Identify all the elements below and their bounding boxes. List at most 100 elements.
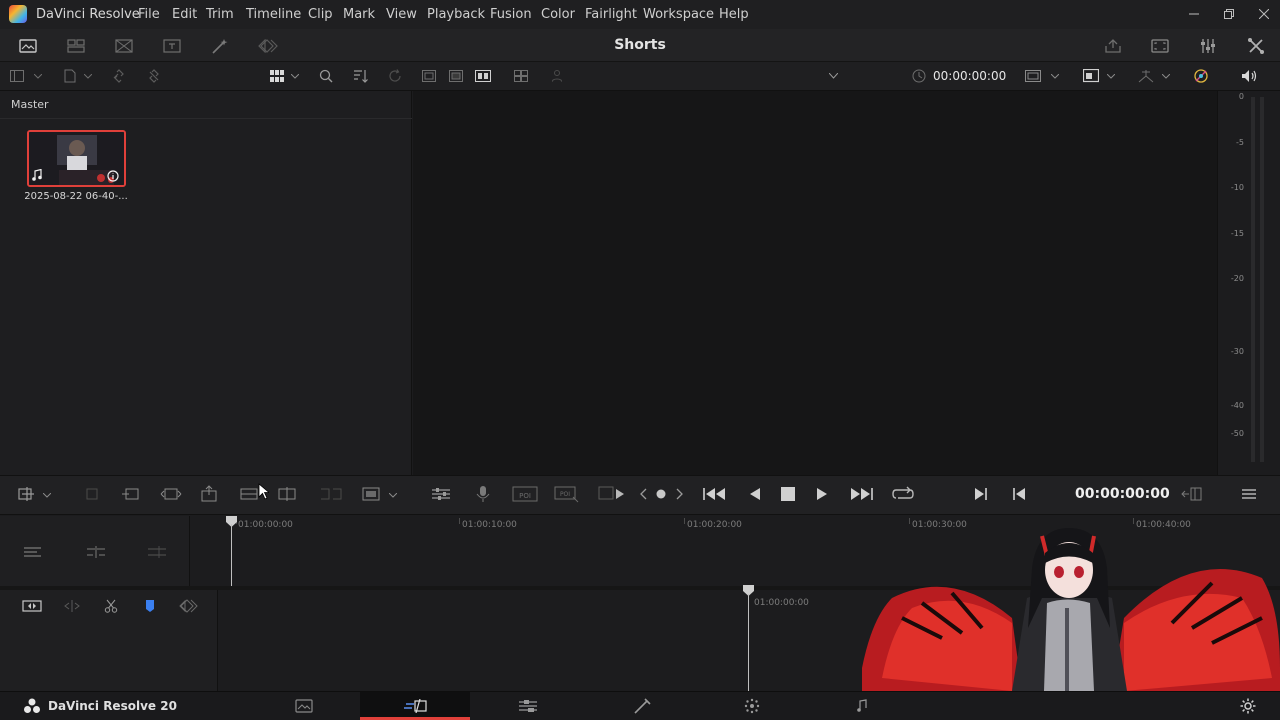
menu-edit[interactable]: Edit <box>172 7 197 22</box>
mark-out-icon[interactable] <box>1009 485 1029 503</box>
viewer-options-chevron-icon[interactable] <box>826 70 840 82</box>
audio-sync-icon[interactable] <box>1180 485 1204 503</box>
chevron-down-icon[interactable] <box>32 70 44 82</box>
close-up-icon[interactable] <box>160 485 182 503</box>
menu-workspace[interactable]: Workspace <box>643 7 714 22</box>
go-to-end-icon[interactable] <box>846 485 874 503</box>
import-media-icon[interactable] <box>61 68 79 84</box>
menu-fusion[interactable]: Fusion <box>490 7 532 22</box>
menu-trim[interactable]: Trim <box>206 7 234 22</box>
relink-icon[interactable] <box>110 68 128 84</box>
poi-search-icon[interactable]: POI <box>554 484 580 504</box>
menu-timeline[interactable]: Timeline <box>246 7 301 22</box>
chevron-down-icon[interactable] <box>82 70 94 82</box>
blade-mode-icon[interactable] <box>146 543 168 561</box>
grid-view-icon[interactable] <box>268 68 286 84</box>
menu-mark[interactable]: Mark <box>343 7 375 22</box>
smart-insert-icon[interactable] <box>16 485 38 503</box>
page-fairlight-icon[interactable] <box>852 697 872 715</box>
sort-icon[interactable] <box>352 68 370 84</box>
window-close-icon[interactable] <box>1256 6 1272 22</box>
safe-area-icon[interactable] <box>1024 68 1042 84</box>
dynamic-trim-icon[interactable] <box>62 597 82 615</box>
page-cut-icon[interactable] <box>402 697 428 715</box>
project-settings-gear-icon[interactable] <box>1238 697 1258 715</box>
mark-in-icon[interactable] <box>971 485 991 503</box>
smart-reframe-icon[interactable] <box>1192 67 1210 85</box>
menu-help[interactable]: Help <box>719 7 749 22</box>
effects-icon[interactable] <box>210 36 230 56</box>
zoom-icon[interactable] <box>178 597 204 615</box>
chevron-down-icon[interactable] <box>289 70 301 82</box>
page-edit-icon[interactable] <box>516 697 540 715</box>
chevron-down-icon[interactable] <box>387 489 399 501</box>
viewer[interactable] <box>413 91 1217 475</box>
page-color-icon[interactable] <box>740 697 764 715</box>
mixer-icon[interactable] <box>1198 36 1218 56</box>
music-note-icon <box>31 168 43 182</box>
titles-icon[interactable] <box>162 37 182 55</box>
stop-icon[interactable] <box>779 485 797 503</box>
page-fusion-icon[interactable] <box>630 697 654 715</box>
menu-clip[interactable]: Clip <box>308 7 333 22</box>
voiceover-mic-icon[interactable] <box>472 484 494 504</box>
play-icon[interactable] <box>813 485 831 503</box>
scissors-icon[interactable] <box>101 597 121 615</box>
go-to-start-icon[interactable] <box>702 485 730 503</box>
ripple-overwrite-icon[interactable] <box>120 485 142 503</box>
chevron-down-icon[interactable] <box>1160 70 1172 82</box>
window-minimize-icon[interactable] <box>1186 6 1202 22</box>
chevron-down-icon[interactable] <box>1105 70 1117 82</box>
media-pool-icon[interactable] <box>18 37 38 55</box>
viewer-timecode: 00:00:00:00 <box>933 69 1007 83</box>
previous-edit-icon[interactable] <box>636 486 650 502</box>
filmstrip-icon[interactable] <box>474 68 492 84</box>
fast-review-icon[interactable] <box>598 484 626 504</box>
timeline-view-icon[interactable] <box>447 68 465 84</box>
sync-bin-icon[interactable] <box>66 37 86 55</box>
marker-flag-icon[interactable] <box>142 597 158 615</box>
menu-color[interactable]: Color <box>541 7 575 22</box>
search-icon[interactable] <box>317 68 335 84</box>
person-icon[interactable] <box>548 68 566 84</box>
chevron-down-icon[interactable] <box>41 489 53 501</box>
append-icon[interactable] <box>82 485 102 503</box>
transitions-icon[interactable] <box>114 37 134 55</box>
trim-mode-icon[interactable] <box>85 543 107 561</box>
refresh-icon[interactable] <box>386 68 404 84</box>
timeline-settings-icon[interactable] <box>430 485 452 503</box>
volume-icon[interactable] <box>1240 68 1258 84</box>
page-media-icon[interactable] <box>292 697 316 715</box>
hamburger-menu-icon[interactable] <box>1240 486 1258 502</box>
viewer-mode-icon[interactable] <box>1082 68 1100 84</box>
fullscreen-viewer-icon[interactable] <box>1150 37 1170 55</box>
overwrite-mode-icon[interactable] <box>360 485 382 503</box>
menu-playback[interactable]: Playback <box>427 7 485 22</box>
place-on-top-icon[interactable] <box>198 484 220 504</box>
share-icon[interactable] <box>1103 37 1123 55</box>
transform-icon[interactable] <box>1137 68 1155 84</box>
track-select-icon[interactable] <box>22 543 44 561</box>
vtuber-avatar-overlay <box>862 528 1280 691</box>
split-clip-icon[interactable] <box>276 485 298 503</box>
poi-icon[interactable]: POI <box>512 484 538 504</box>
play-reverse-icon[interactable] <box>746 485 764 503</box>
menu-file[interactable]: File <box>138 7 160 22</box>
unlink-icon[interactable] <box>145 68 163 84</box>
source-tape-icon[interactable] <box>420 68 438 84</box>
tools-icon[interactable] <box>1246 36 1266 56</box>
marker-dot-icon[interactable] <box>654 487 668 501</box>
menu-view[interactable]: View <box>386 7 417 22</box>
window-restore-icon[interactable] <box>1221 6 1237 22</box>
trim-edit-icon[interactable] <box>318 485 344 503</box>
loop-icon[interactable] <box>890 484 916 504</box>
clip-info-icon[interactable] <box>106 169 120 183</box>
multicam-icon[interactable] <box>512 68 530 84</box>
sidebar-toggle-icon[interactable] <box>8 68 26 84</box>
project-title: Shorts <box>614 37 666 53</box>
menu-fairlight[interactable]: Fairlight <box>585 7 637 22</box>
next-edit-icon[interactable] <box>673 486 687 502</box>
chevron-down-icon[interactable] <box>1049 70 1061 82</box>
quick-export-icon[interactable] <box>256 37 280 55</box>
snapping-icon[interactable] <box>21 597 43 615</box>
